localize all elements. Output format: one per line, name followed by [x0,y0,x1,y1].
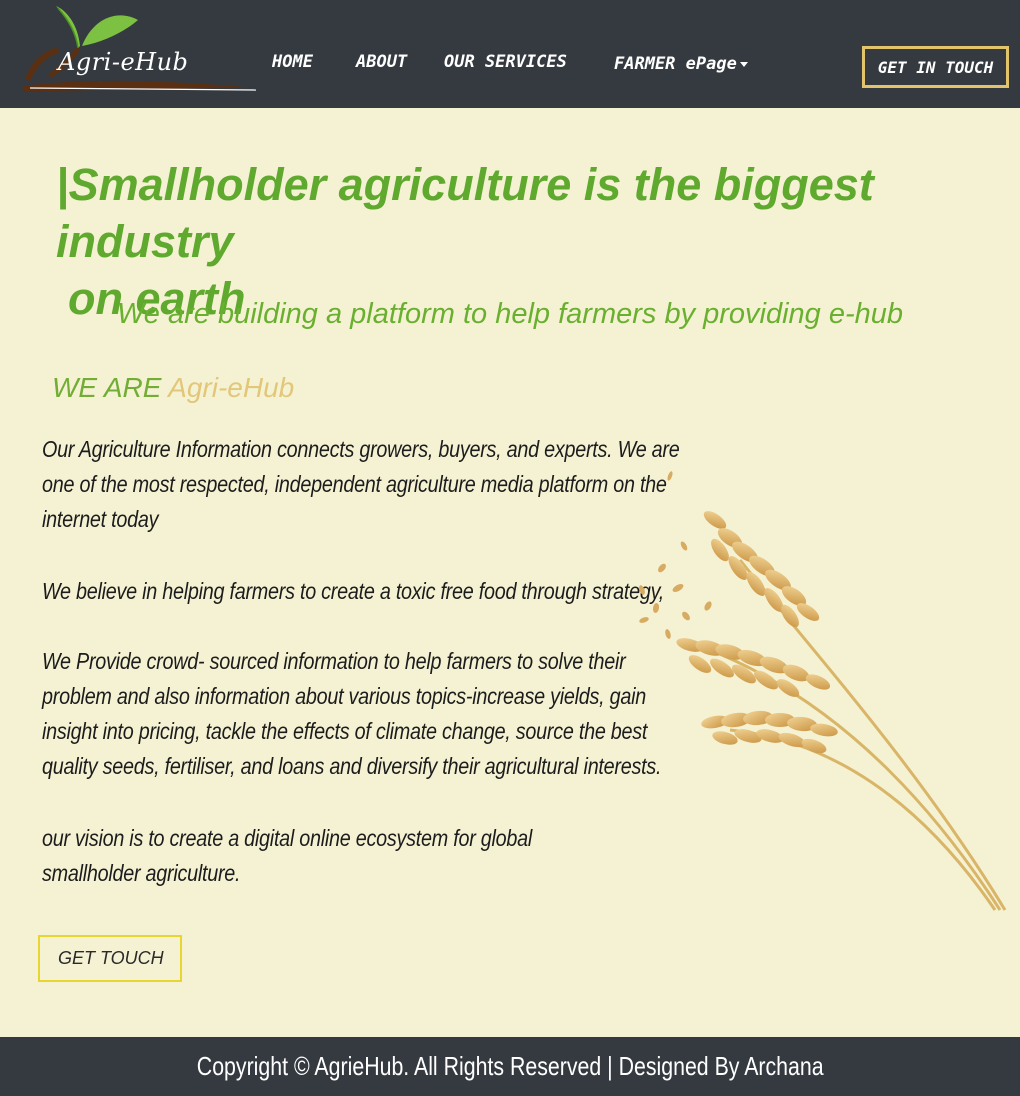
nav-our-services[interactable]: OUR SERVICES [444,52,567,72]
about-paragraph-3: We Provide crowd- sourced information to… [42,648,662,779]
about-paragraph-1: Our Agriculture Information connects gro… [42,436,680,532]
about-paragraph-2: We believe in helping farmers to create … [42,578,665,604]
get-in-touch-button[interactable]: GET IN TOUCH [862,46,1009,88]
caret-down-icon [739,61,748,67]
nav-home[interactable]: HOME [272,52,313,72]
footer-copyright: Copyright © AgrieHub. All Rights Reserve… [196,1051,824,1081]
footer: Copyright © AgrieHub. All Rights Reserve… [0,1037,1020,1096]
navbar: Agri-eHub HOME ABOUT OUR SERVICES FARMER… [0,0,1020,108]
about-heading-brand: Agri-eHub [168,372,295,403]
nav-about[interactable]: ABOUT [356,52,407,72]
about-paragraph-4: our vision is to create a digital online… [42,825,533,886]
wheat-image [620,440,1020,920]
hero-title-line1: |Smallholder agriculture is the biggest … [56,159,874,267]
logo-text: Agri-eHub [58,48,189,76]
about-heading-prefix: WE ARE [52,372,169,403]
get-touch-button[interactable]: GET TOUCH [38,935,182,982]
nav-farmer-epage-dropdown[interactable]: FARMER ePage [614,54,748,74]
brand-logo[interactable]: Agri-eHub [20,2,260,98]
hero-subtitle: We are building a platform to help farme… [116,298,904,330]
about-heading: WE ARE Agri-eHub [52,372,294,404]
nav-farmer-label: FARMER ePage [614,54,737,74]
